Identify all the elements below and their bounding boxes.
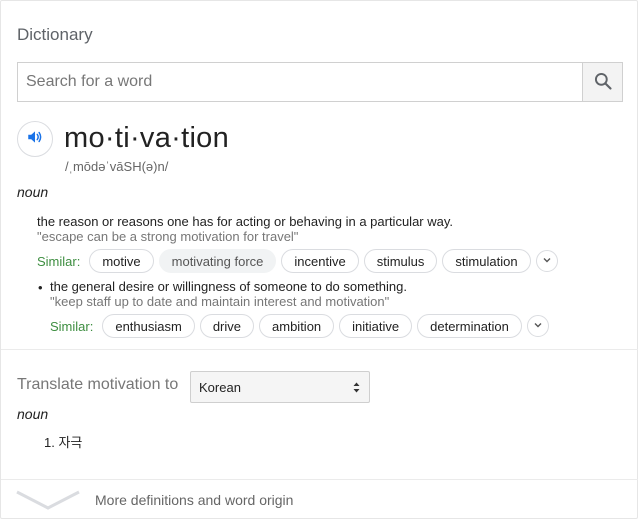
- synonym-chip[interactable]: stimulation: [442, 249, 531, 273]
- synonym-chip[interactable]: initiative: [339, 314, 413, 338]
- headword: mo·ti·va·tion: [64, 122, 230, 154]
- similar-label: Similar:: [37, 253, 81, 269]
- search-icon: [593, 71, 613, 94]
- example-2: "keep staff up to date and maintain inte…: [50, 294, 390, 309]
- phonetic-spelling: /ˌmōdəˈvāSH(ə)n/: [65, 159, 169, 174]
- chevron-down-icon: [15, 489, 81, 516]
- synonym-chip[interactable]: drive: [199, 314, 255, 338]
- sense-bullet: •: [38, 280, 43, 295]
- synonym-chip[interactable]: enthusiasm: [102, 314, 195, 338]
- language-select[interactable]: Korean: [190, 371, 370, 403]
- synonym-chip[interactable]: incentive: [281, 249, 359, 273]
- chevron-down-icon: [533, 317, 543, 335]
- part-of-speech: noun: [17, 184, 49, 200]
- pronunciation-audio-button[interactable]: [17, 121, 53, 157]
- definition-2: the general desire or willingness of som…: [50, 279, 407, 294]
- similar-row-2: Similar: enthusiasm drive ambition initi…: [50, 314, 549, 338]
- more-definitions-label: More definitions and word origin: [95, 492, 294, 508]
- section-divider: [1, 349, 638, 350]
- select-arrows-icon: [353, 381, 360, 394]
- translate-label: Translate motivation to: [17, 376, 179, 393]
- selected-language: Korean: [199, 379, 241, 395]
- similar-row-1: Similar: motive motivating force incenti…: [37, 249, 558, 273]
- translation-part-of-speech: noun: [17, 406, 49, 422]
- translation-item: 1. 자극: [44, 432, 82, 451]
- example-1: "escape can be a strong motivation for t…: [37, 229, 299, 244]
- synonym-chip[interactable]: stimulus: [363, 249, 438, 273]
- speaker-icon: [26, 128, 44, 151]
- definition-1: the reason or reasons one has for acting…: [37, 214, 453, 229]
- similar-label: Similar:: [50, 318, 94, 334]
- more-definitions-button[interactable]: More definitions and word origin: [1, 480, 638, 519]
- card-title: Dictionary: [17, 25, 93, 44]
- translation-text: 자극: [58, 435, 83, 450]
- expand-synonyms-button[interactable]: [526, 315, 549, 337]
- synonym-chip[interactable]: ambition: [259, 314, 335, 338]
- search-button[interactable]: [582, 63, 622, 101]
- synonym-chip[interactable]: determination: [417, 314, 522, 338]
- dictionary-card: Dictionary mo·ti·va·tion /ˌmōdəˈvāSH(ə)n…: [0, 0, 638, 519]
- chevron-down-icon: [542, 252, 552, 270]
- expand-synonyms-button[interactable]: [535, 250, 558, 272]
- search-input[interactable]: [18, 63, 582, 101]
- synonym-chip[interactable]: motivating force: [158, 249, 277, 273]
- translation-number: 1.: [44, 435, 55, 450]
- synonym-chip[interactable]: motive: [89, 249, 154, 273]
- search-box: [17, 62, 623, 102]
